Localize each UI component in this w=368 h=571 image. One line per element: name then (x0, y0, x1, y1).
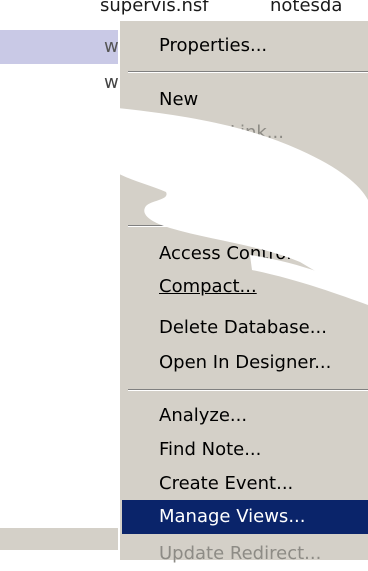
menu-separator (128, 225, 368, 227)
menu-item-directory-acl[interactable]: Directory ACL (122, 182, 368, 216)
menu-item-new[interactable]: New (122, 83, 368, 117)
menu-item-create-event[interactable]: Create Event... (122, 467, 368, 501)
menu-item-manage-views[interactable]: Manage Views... (122, 500, 368, 534)
status-strip (0, 527, 120, 550)
menu-item-delete-database[interactable]: Delete Database... (122, 311, 368, 345)
menu-item-update-redirect[interactable]: Update Redirect... (122, 537, 368, 571)
menu-item-update-link[interactable]: Update Link... (122, 116, 368, 150)
menu-item-open-in-designer[interactable]: Open In Designer... (122, 346, 368, 380)
database-folder: notesda (270, 0, 343, 16)
menu-item-properties[interactable]: Properties... (122, 29, 368, 63)
database-filename: supervis.nsf (100, 0, 209, 16)
row-text-stub: w (104, 104, 119, 125)
context-menu: Properties... New Update Link... te Fold… (118, 20, 368, 564)
menu-item-analyze[interactable]: Analyze... (122, 399, 368, 433)
menu-separator (128, 389, 368, 391)
menu-item-compact[interactable]: Compact... (122, 270, 368, 304)
menu-separator (128, 71, 368, 73)
row-text-stub: w (104, 36, 119, 57)
menu-item-find-note[interactable]: Find Note... (122, 433, 368, 467)
menu-item-access-control[interactable]: Access Control (122, 237, 368, 271)
menu-item-create-folder[interactable]: te Folder... (122, 149, 368, 183)
row-text-stub: w (104, 72, 119, 93)
